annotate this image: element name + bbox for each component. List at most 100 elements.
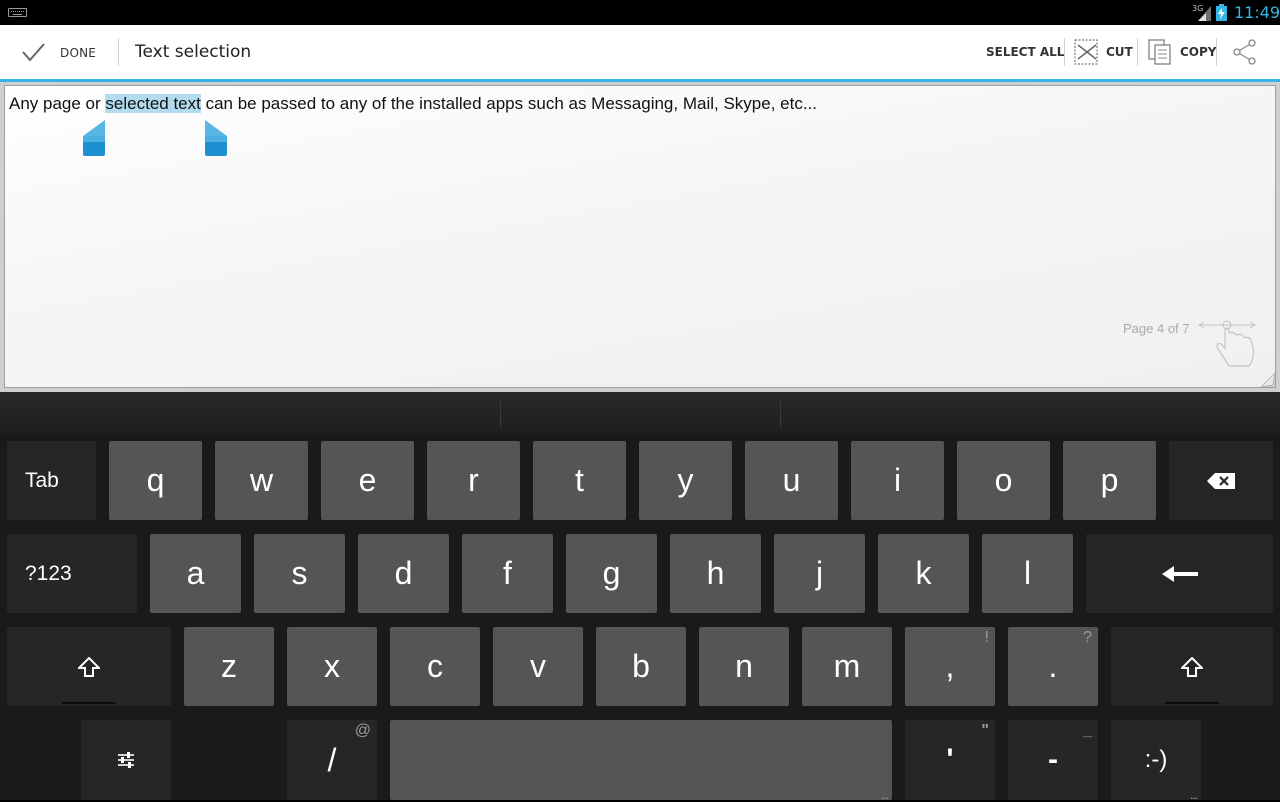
cut-button[interactable]: CUT xyxy=(1074,25,1133,79)
key-comma[interactable]: , ! xyxy=(905,627,995,706)
key-c[interactable]: c xyxy=(390,627,480,706)
key-label: u xyxy=(782,462,801,498)
key-label: b xyxy=(632,648,650,684)
key-m[interactable]: m xyxy=(802,627,892,706)
shift-icon xyxy=(1181,656,1203,677)
shift-key-right[interactable] xyxy=(1111,627,1273,706)
key-k[interactable]: k xyxy=(878,534,969,613)
symbols-key[interactable]: ?123 xyxy=(7,534,137,613)
divider xyxy=(118,38,119,66)
key-apostrophe[interactable]: ' " xyxy=(905,720,995,800)
key-dash[interactable]: - _ xyxy=(1008,720,1098,800)
key-label: ' xyxy=(946,743,954,776)
copy-label: COPY xyxy=(1180,45,1217,59)
share-button[interactable] xyxy=(1232,25,1264,79)
key-label: g xyxy=(602,555,621,591)
selected-text[interactable]: selected text xyxy=(105,94,201,113)
check-icon xyxy=(22,43,45,62)
copy-button[interactable]: COPY xyxy=(1148,25,1217,79)
key-b[interactable]: b xyxy=(596,627,686,706)
select-all-label: SELECT ALL xyxy=(986,45,1065,59)
key-label: j xyxy=(815,555,824,591)
key-x[interactable]: x xyxy=(287,627,377,706)
key-g[interactable]: g xyxy=(566,534,657,613)
key-q[interactable]: q xyxy=(109,441,202,520)
key-label: r xyxy=(468,462,479,498)
key-label: n xyxy=(735,648,753,684)
suggestion-divider xyxy=(500,398,501,428)
key-label: v xyxy=(530,648,546,684)
selection-start-handle[interactable] xyxy=(83,120,105,158)
selection-end-handle[interactable] xyxy=(205,120,227,158)
key-label: z xyxy=(221,648,237,684)
document-area: Any page or selected text can be passed … xyxy=(0,82,1280,392)
key-hint: " xyxy=(981,722,989,739)
symbols-key-label: ?123 xyxy=(25,561,72,585)
key-label: e xyxy=(358,462,377,498)
swipe-hand-icon xyxy=(1198,320,1256,367)
key-hint: @ xyxy=(354,722,371,739)
done-button[interactable]: DONE xyxy=(0,25,118,79)
signal-icon: 3G xyxy=(1192,4,1211,21)
key-label: / xyxy=(327,741,337,778)
key-i[interactable]: i xyxy=(851,441,944,520)
key-label: k xyxy=(915,555,932,591)
backspace-icon xyxy=(1207,472,1235,489)
key-e[interactable]: e xyxy=(321,441,414,520)
key-s[interactable]: s xyxy=(254,534,345,613)
settings-sliders-icon xyxy=(118,752,134,768)
key-label: m xyxy=(833,648,861,684)
key-v[interactable]: v xyxy=(493,627,583,706)
key-r[interactable]: r xyxy=(427,441,520,520)
shift-key-left[interactable] xyxy=(7,627,171,706)
cut-icon xyxy=(1074,39,1098,65)
key-label: l xyxy=(1023,555,1032,591)
tab-key[interactable]: Tab xyxy=(7,441,96,520)
divider xyxy=(1064,38,1065,66)
key-label: :-) xyxy=(1144,746,1168,773)
key-hint: ? xyxy=(1083,629,1092,646)
smiley-key[interactable]: :-) ... xyxy=(1111,720,1201,802)
suggestion-strip[interactable] xyxy=(0,392,1280,434)
page-title: Text selection xyxy=(135,42,252,62)
suggestion-divider xyxy=(780,398,781,428)
key-label: o xyxy=(994,462,1013,498)
select-all-button[interactable]: SELECT ALL xyxy=(986,25,1064,79)
document-text[interactable]: Any page or selected text can be passed … xyxy=(9,94,817,114)
page-curl xyxy=(1261,373,1275,387)
key-l[interactable]: l xyxy=(982,534,1073,613)
keyboard-notification-icon xyxy=(8,8,27,17)
space-key[interactable]: ... xyxy=(390,720,892,802)
key-label: d xyxy=(394,555,413,591)
key-period[interactable]: . ? xyxy=(1008,627,1098,706)
document-page[interactable]: Any page or selected text can be passed … xyxy=(4,85,1276,388)
key-h[interactable]: h xyxy=(670,534,761,613)
key-f[interactable]: f xyxy=(462,534,553,613)
key-label: t xyxy=(575,462,584,498)
key-a[interactable]: a xyxy=(150,534,241,613)
cut-label: CUT xyxy=(1106,45,1133,59)
key-label: p xyxy=(1100,462,1119,498)
key-u[interactable]: u xyxy=(745,441,838,520)
page-indicator: Page 4 of 7 xyxy=(1123,321,1190,336)
enter-key[interactable] xyxy=(1086,534,1273,613)
key-d[interactable]: d xyxy=(358,534,449,613)
key-hint: ! xyxy=(984,629,989,646)
backspace-key[interactable] xyxy=(1169,441,1273,520)
enter-icon xyxy=(1161,565,1198,582)
key-t[interactable]: t xyxy=(533,441,626,520)
key-slash[interactable]: / @ xyxy=(287,720,377,800)
key-n[interactable]: n xyxy=(699,627,789,706)
shift-icon xyxy=(78,656,100,677)
contextual-action-bar: DONE Text selection SELECT ALL CUT COPY xyxy=(0,25,1280,83)
key-o[interactable]: o xyxy=(957,441,1050,520)
key-p[interactable]: p xyxy=(1063,441,1156,520)
key-j[interactable]: j xyxy=(774,534,865,613)
shift-indicator xyxy=(62,702,116,704)
settings-key[interactable] xyxy=(81,720,171,800)
key-z[interactable]: z xyxy=(184,627,274,706)
key-w[interactable]: w xyxy=(215,441,308,520)
text-before: Any page or xyxy=(9,94,106,113)
status-bar: 3G 11:49 xyxy=(0,0,1280,25)
key-y[interactable]: y xyxy=(639,441,732,520)
